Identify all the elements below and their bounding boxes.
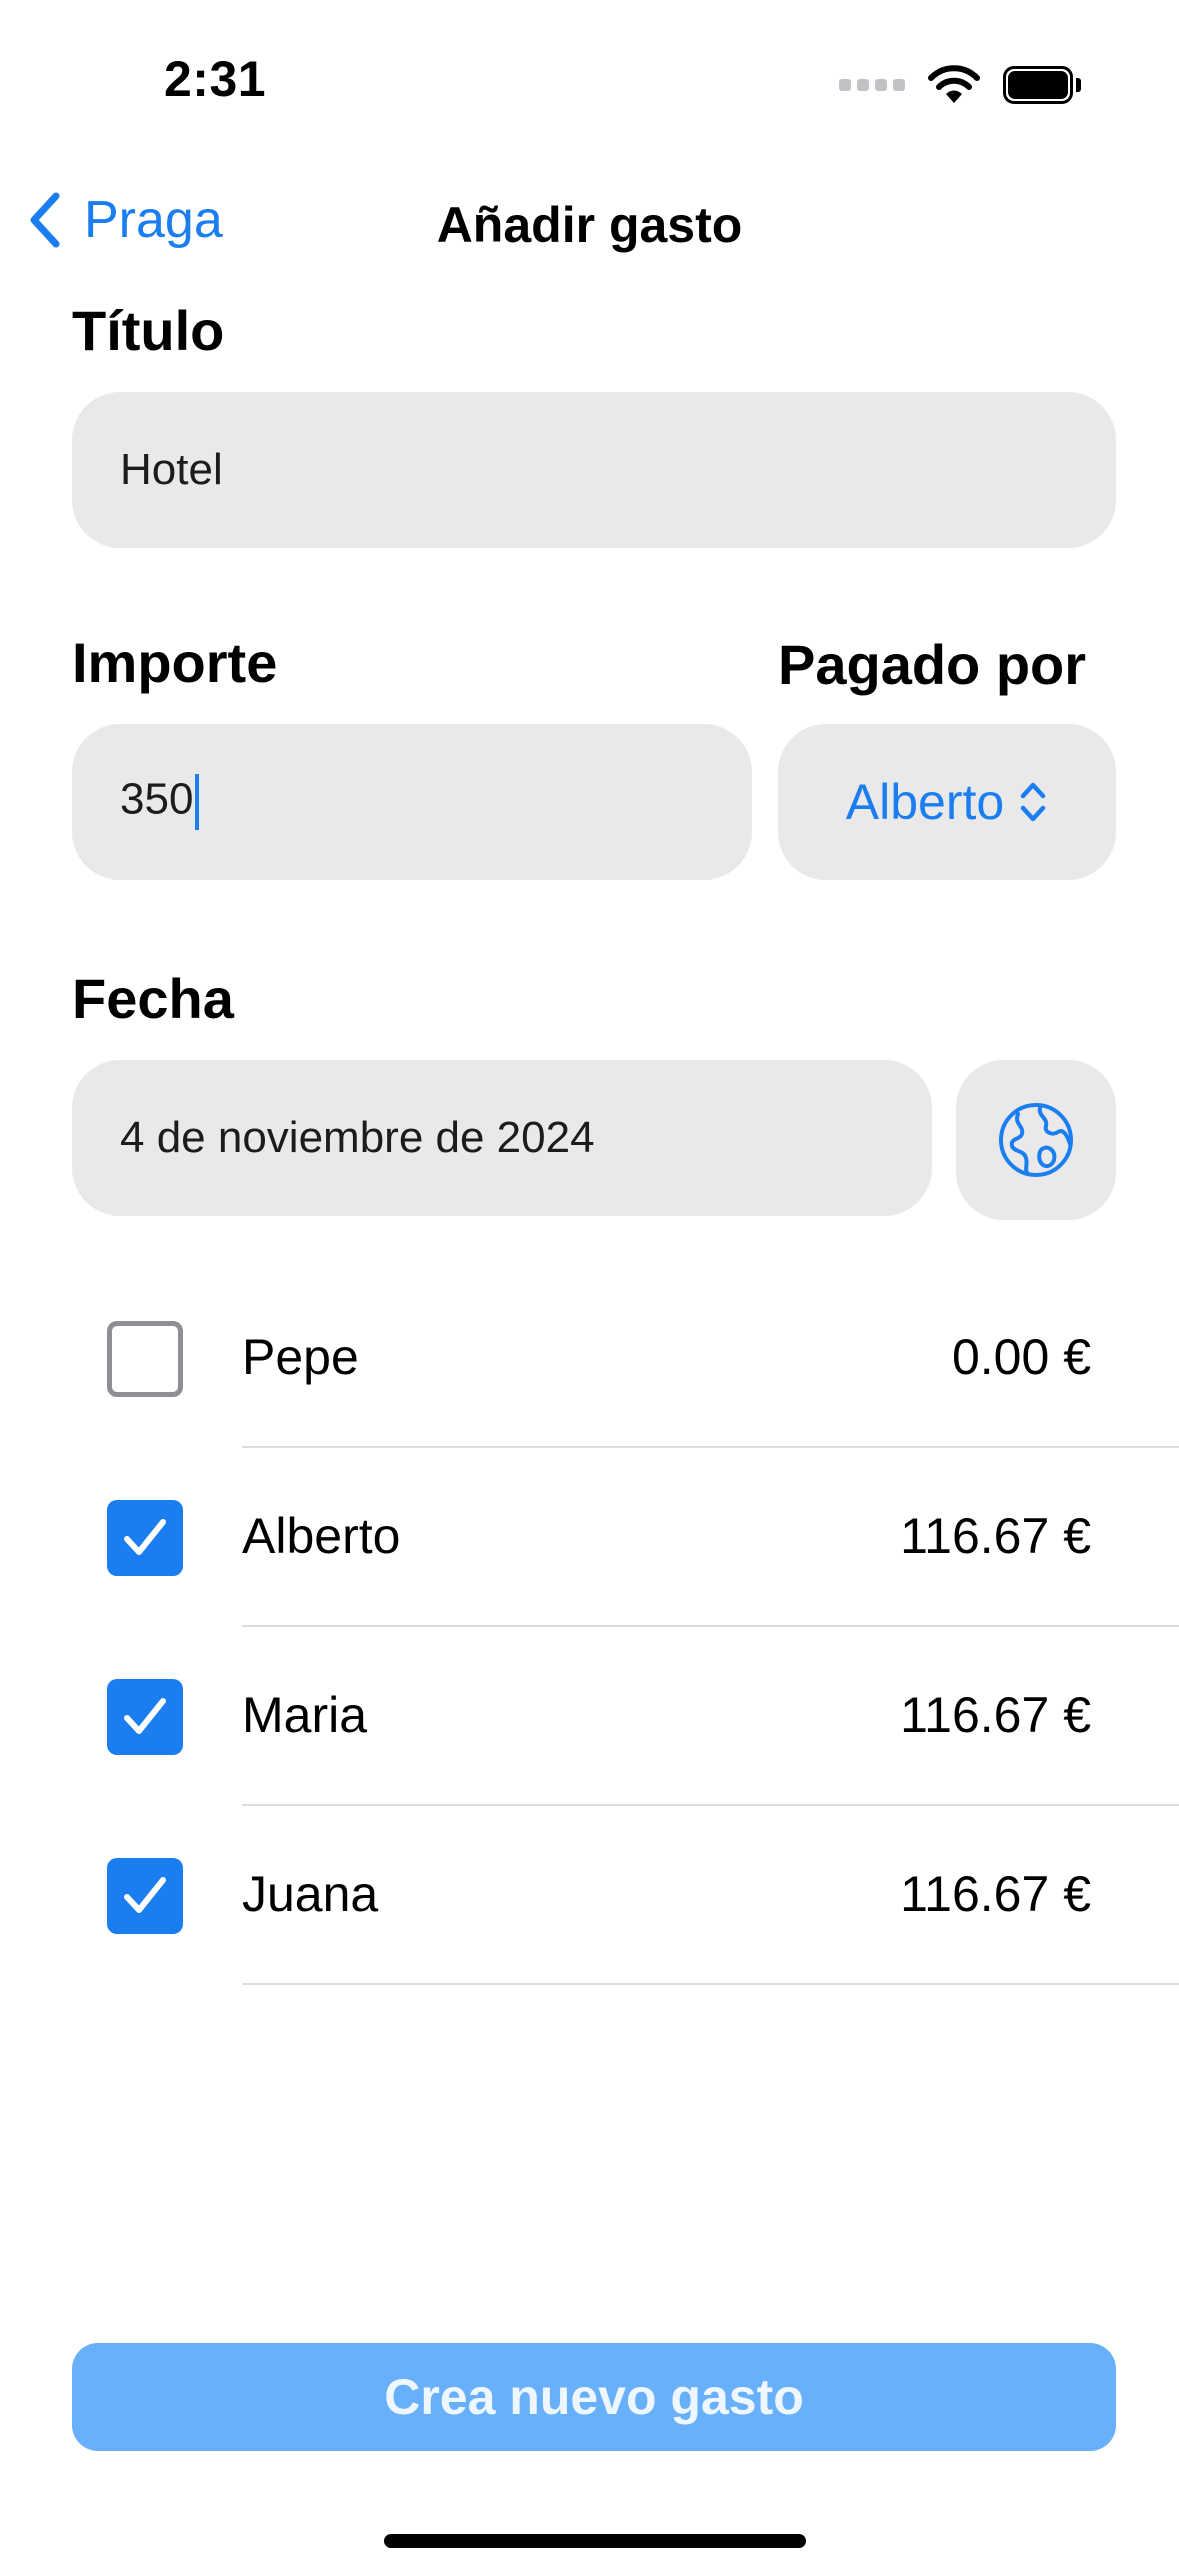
participant-name: Pepe [242, 1329, 359, 1385]
paid-by-picker[interactable]: Alberto [778, 724, 1116, 880]
date-label: Fecha [72, 967, 234, 1030]
wifi-icon [928, 65, 980, 103]
participant-checkbox[interactable] [107, 1321, 183, 1397]
row-divider [242, 1804, 1179, 1806]
checkmark-icon [124, 1877, 166, 1913]
text-cursor [195, 774, 200, 830]
date-field[interactable]: 4 de noviembre de 2024 [72, 1060, 932, 1216]
title-label: Título [72, 299, 225, 362]
row-divider [242, 1446, 1179, 1448]
currency-globe-button[interactable] [956, 1060, 1116, 1220]
title-field-value: Hotel [120, 445, 223, 494]
participant-amount: 116.67 € [900, 1866, 1091, 1922]
participant-amount: 116.67 € [900, 1687, 1091, 1743]
amount-field-value: 350 [72, 774, 200, 830]
participant-amount: 0.00 € [951, 1329, 1091, 1385]
page-title: Añadir gasto [436, 197, 743, 253]
paid-by-label: Pagado por [778, 633, 1087, 696]
amount-label: Importe [72, 631, 278, 694]
list-item[interactable]: Alberto 116.67 € [0, 1449, 1179, 1627]
row-divider [242, 1983, 1179, 1985]
list-item[interactable]: Juana 116.67 € [0, 1807, 1179, 1985]
globe-icon [999, 1103, 1073, 1177]
add-expense-screen: 2:31 Praga Añadir gasto Título Hotel Imp… [0, 0, 1179, 2556]
participant-amount: 116.67 € [900, 1508, 1091, 1564]
create-expense-button[interactable]: Crea nuevo gasto [72, 2343, 1116, 2451]
participant-name: Maria [242, 1687, 368, 1743]
participant-name: Juana [242, 1866, 379, 1922]
battery-icon [1003, 66, 1081, 104]
status-icons [839, 60, 1081, 110]
participant-name: Alberto [242, 1508, 401, 1564]
list-item[interactable]: Maria 116.67 € [0, 1628, 1179, 1806]
list-item[interactable]: Pepe 0.00 € [0, 1270, 1179, 1448]
chevron-up-down-icon [1020, 782, 1046, 822]
participant-checkbox[interactable] [107, 1679, 183, 1755]
checkmark-icon [124, 1698, 166, 1734]
participant-checkbox[interactable] [107, 1500, 183, 1576]
home-indicator[interactable] [384, 2534, 806, 2548]
row-divider [242, 1625, 1179, 1627]
cellular-signal-icon [839, 79, 905, 91]
date-field-value: 4 de noviembre de 2024 [120, 1113, 595, 1162]
status-time: 2:31 [164, 51, 267, 107]
checkmark-icon [124, 1519, 166, 1555]
paid-by-value: Alberto [845, 774, 1005, 830]
participant-checkbox[interactable] [107, 1858, 183, 1934]
title-field[interactable]: Hotel [72, 392, 1116, 548]
amount-field[interactable]: 350 [72, 724, 752, 880]
